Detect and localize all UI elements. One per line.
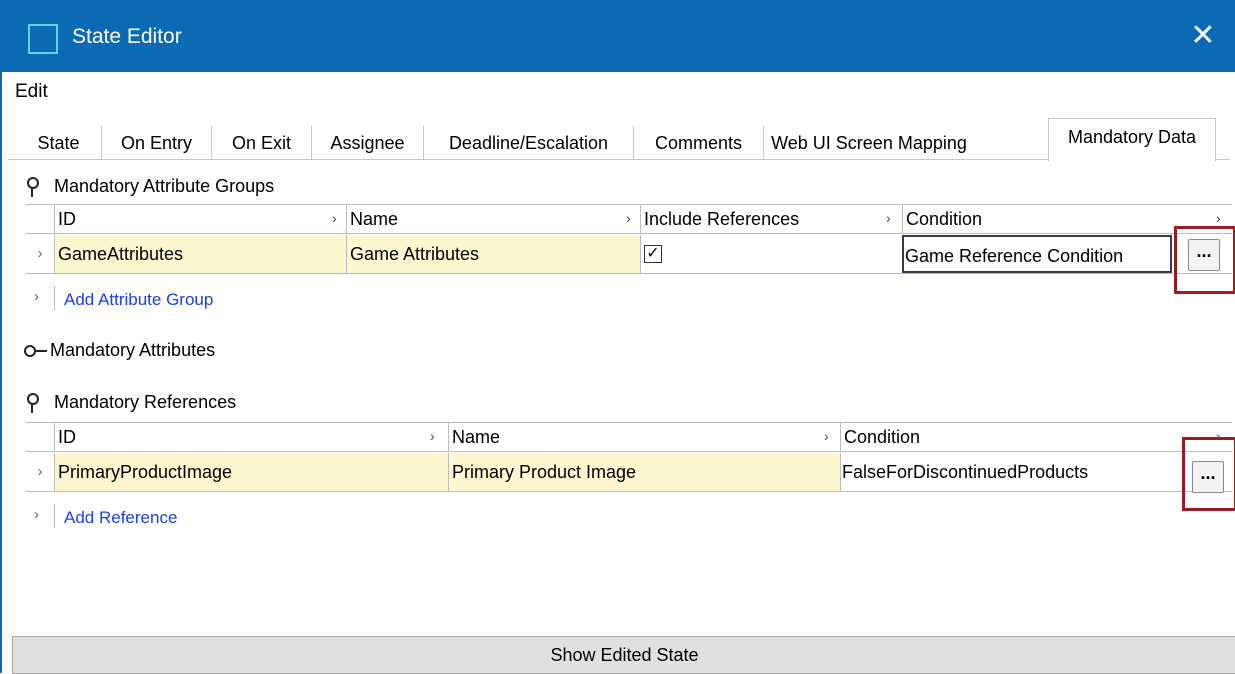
- tab-web-ui-screen-mapping[interactable]: Web UI Screen Mapping: [764, 126, 974, 160]
- tab-underline: [8, 159, 1230, 160]
- row-divider: [54, 504, 55, 528]
- attribute-groups-grid: ID › Name › Include References › Conditi…: [26, 204, 1232, 283]
- state-editor-window: State Editor ✕ Edit State On Entry On Ex…: [0, 0, 1235, 674]
- attributes-section: Mandatory Attributes: [24, 340, 215, 361]
- column-header-condition[interactable]: Condition: [902, 205, 1212, 233]
- window-title: State Editor: [72, 25, 182, 48]
- pin-icon: [24, 392, 42, 413]
- references-grid: ID › Name › Condition › › PrimaryProduct…: [26, 422, 1232, 501]
- include-references-checkbox[interactable]: ✓: [644, 245, 662, 263]
- table-row[interactable]: › GameAttributes Game Attributes ✓ Game …: [26, 235, 1232, 274]
- tab-state[interactable]: State: [16, 126, 102, 160]
- cell-include-references[interactable]: ✓: [640, 235, 902, 273]
- column-sort-icon[interactable]: ›: [626, 210, 631, 226]
- row-expander-icon[interactable]: ›: [26, 235, 54, 273]
- cell-id[interactable]: PrimaryProductImage: [54, 453, 448, 491]
- menu-bar: Edit: [2, 72, 1235, 112]
- tab-comments[interactable]: Comments: [634, 126, 764, 160]
- highlight-box: [1174, 226, 1235, 294]
- cell-id[interactable]: GameAttributes: [54, 235, 346, 273]
- references-header: ID › Name › Condition ›: [26, 423, 1232, 452]
- references-label: Mandatory References: [54, 392, 237, 412]
- column-header-id[interactable]: ID: [54, 205, 346, 233]
- column-header-include-references[interactable]: Include References: [640, 205, 902, 233]
- pin-icon: [24, 176, 42, 197]
- key-icon: [24, 344, 48, 358]
- attribute-groups-header: ID › Name › Include References › Conditi…: [26, 205, 1232, 234]
- menu-item-edit[interactable]: Edit: [15, 81, 48, 103]
- add-attribute-group-row: › Add Attribute Group: [26, 286, 326, 314]
- row-expander-icon: ›: [34, 288, 39, 305]
- column-sort-icon[interactable]: ›: [824, 428, 829, 444]
- tab-assignee[interactable]: Assignee: [312, 126, 424, 160]
- row-expander-icon: ›: [34, 506, 39, 523]
- cell-condition[interactable]: Game Reference Condition: [902, 235, 1172, 273]
- tab-on-exit[interactable]: On Exit: [212, 126, 312, 160]
- row-divider: [54, 286, 55, 310]
- highlight-box: [1182, 437, 1235, 511]
- column-header-name[interactable]: Name: [448, 423, 840, 451]
- tab-strip: State On Entry On Exit Assignee Deadline…: [8, 118, 1230, 162]
- cell-condition[interactable]: FalseForDiscontinuedProducts: [840, 453, 1174, 491]
- close-icon[interactable]: ✕: [1183, 16, 1223, 56]
- column-header-id[interactable]: ID: [54, 423, 448, 451]
- add-attribute-group-link[interactable]: Add Attribute Group: [64, 290, 213, 310]
- row-expander-icon[interactable]: ›: [26, 453, 54, 491]
- tab-mandatory-data[interactable]: Mandatory Data: [1048, 118, 1216, 162]
- cell-name[interactable]: Primary Product Image: [448, 453, 840, 491]
- attribute-groups-label: Mandatory Attribute Groups: [54, 176, 275, 196]
- column-header-name[interactable]: Name: [346, 205, 640, 233]
- column-sort-icon[interactable]: ›: [332, 210, 337, 226]
- cell-name[interactable]: Game Attributes: [346, 235, 640, 273]
- show-edited-state-button[interactable]: Show Edited State: [12, 636, 1235, 674]
- title-bar[interactable]: State Editor ✕: [2, 0, 1235, 72]
- tab-deadline-escalation[interactable]: Deadline/Escalation: [424, 126, 634, 160]
- table-row[interactable]: › PrimaryProductImage Primary Product Im…: [26, 453, 1232, 493]
- references-section: Mandatory References: [24, 392, 236, 413]
- tab-on-entry[interactable]: On Entry: [102, 126, 212, 160]
- app-window-icon: [28, 24, 58, 54]
- add-reference-row: › Add Reference: [26, 504, 326, 532]
- attributes-label[interactable]: Mandatory Attributes: [50, 340, 215, 361]
- column-sort-icon[interactable]: ›: [886, 210, 891, 226]
- attribute-groups-section: Mandatory Attribute Groups: [24, 176, 274, 197]
- column-header-condition[interactable]: Condition: [840, 423, 1212, 451]
- column-sort-icon[interactable]: ›: [1216, 210, 1221, 226]
- column-sort-icon[interactable]: ›: [430, 428, 435, 444]
- add-reference-link[interactable]: Add Reference: [64, 508, 177, 528]
